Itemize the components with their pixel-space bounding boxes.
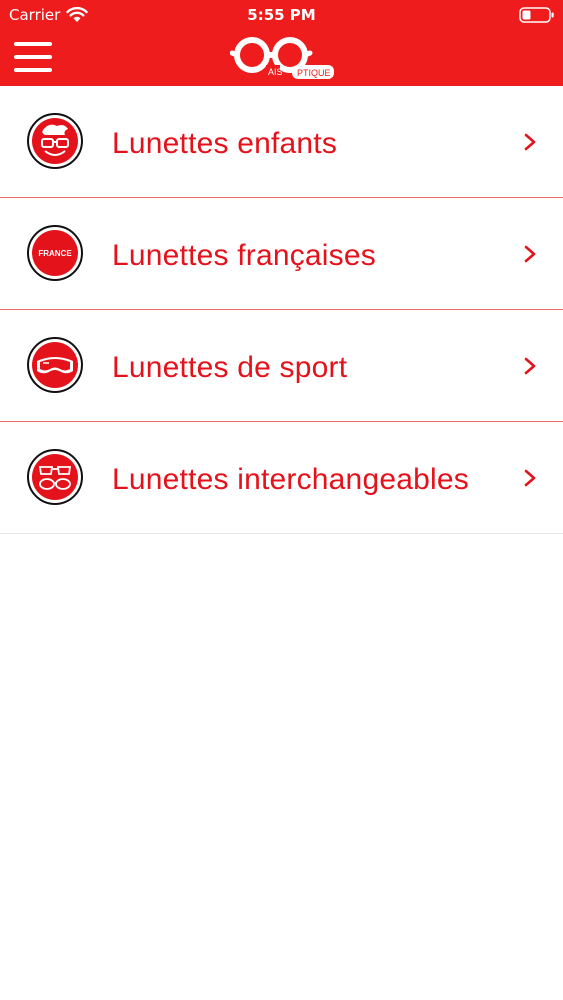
chevron-right-icon (524, 245, 536, 263)
status-bar: Carrier 5:55 PM (0, 0, 563, 30)
menu-item-lunettes-enfants[interactable]: Lunettes enfants (0, 86, 563, 198)
category-list: Lunettes enfants FRANCE Lunettes françai… (0, 86, 563, 534)
ski-goggles-icon (27, 337, 83, 393)
chevron-right-icon (524, 357, 536, 375)
france-badge-icon: FRANCE (27, 225, 83, 281)
france-badge-text: FRANCE (38, 249, 72, 258)
menu-item-label: Lunettes enfants (112, 127, 338, 160)
menu-item-lunettes-interchangeables[interactable]: Lunettes interchangeables (0, 422, 563, 534)
chevron-right-icon (524, 133, 536, 151)
menu-item-label: Lunettes de sport (112, 351, 348, 384)
menu-item-label: Lunettes françaises (112, 239, 376, 272)
brand-logo: AIS PTIQUE (230, 37, 334, 79)
hamburger-menu-button[interactable] (14, 42, 52, 72)
kid-glasses-icon (27, 113, 83, 169)
app-header: Carrier 5:55 PM AIS PTIQUE (0, 0, 563, 86)
svg-text:AIS: AIS (268, 67, 283, 77)
menu-item-lunettes-de-sport[interactable]: Lunettes de sport (0, 310, 563, 422)
menu-item-label: Lunettes interchangeables (112, 463, 469, 496)
battery-icon (519, 7, 554, 23)
menu-item-lunettes-francaises[interactable]: FRANCE Lunettes françaises (0, 198, 563, 310)
clock: 5:55 PM (247, 6, 316, 24)
chevron-right-icon (524, 469, 536, 487)
svg-text:PTIQUE: PTIQUE (297, 68, 331, 78)
interchangeable-glasses-icon (27, 449, 83, 505)
